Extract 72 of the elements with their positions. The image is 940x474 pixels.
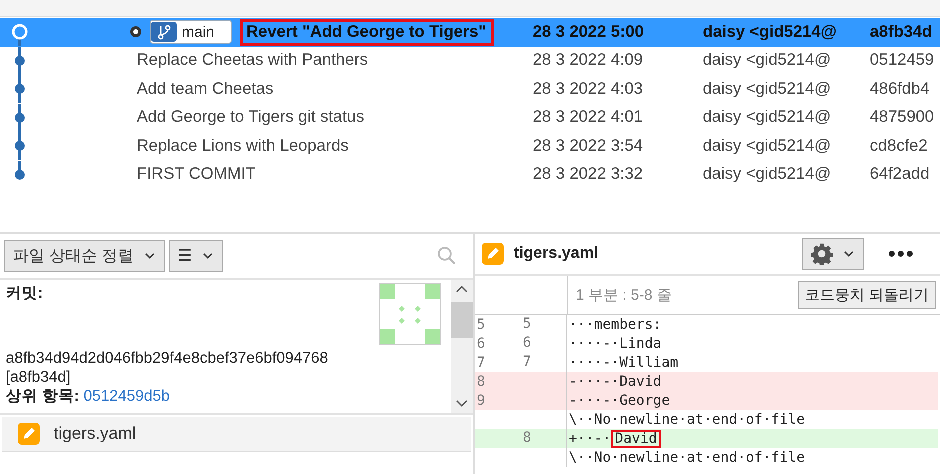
settings-dropdown[interactable] — [802, 238, 864, 270]
commit-hash: 64f2add — [869, 165, 930, 184]
commit-date: 28 3 2022 3:54 — [532, 136, 644, 156]
commit-date: 28 3 2022 3:32 — [532, 165, 644, 184]
code-text: +··-· — [568, 430, 612, 446]
highlighted-code: David — [611, 430, 662, 448]
commit-row[interactable]: Add George to Tigers git status 28 3 2022 4:01 daisy <gid5214@ 4875900 — [0, 104, 940, 132]
view-dropdown[interactable]: ☰ — [168, 240, 224, 272]
commit-hash: cd8cfe2 — [869, 136, 928, 156]
code-text: ····-·William — [568, 354, 679, 370]
code-text: \··No·newline·at·end·of·file — [568, 412, 806, 428]
line-number: 7 — [476, 354, 486, 370]
commit-date: 28 3 2022 4:03 — [532, 80, 644, 99]
scroll-thumb[interactable] — [451, 302, 473, 338]
parent-hash-link[interactable]: 0512459d5b — [84, 388, 170, 405]
commit-hash: a8fb34d — [869, 22, 932, 42]
line-number: 8 — [476, 374, 486, 390]
branch-label[interactable]: main — [150, 20, 232, 44]
commit-message: Add team Cheetas — [136, 78, 275, 100]
parent-label: 상위 항목: — [6, 388, 80, 405]
commit-author: daisy <gid5214@ — [703, 22, 838, 42]
code-text: ···members: — [568, 316, 662, 332]
hunk-title: 1 부분 : 5-8 줄 — [575, 286, 673, 304]
chevron-down-icon — [202, 252, 214, 260]
head-marker-icon — [130, 26, 142, 38]
commit-date: 28 3 2022 4:01 — [532, 108, 644, 128]
commit-message: Revert "Add George to Tigers" — [240, 18, 494, 46]
chevron-down-icon — [144, 252, 156, 260]
commit-author: daisy <gid5214@ — [703, 51, 832, 70]
chevron-down-icon — [843, 250, 855, 258]
commit-message: Add George to Tigers git status — [136, 107, 366, 128]
scroll-down-icon[interactable] — [455, 399, 469, 409]
line-number: 5 — [476, 316, 486, 332]
commit-hash: 486fdb4 — [869, 80, 930, 99]
revert-hunk-button[interactable]: 코드뭉치 되돌리기 — [798, 281, 936, 309]
branch-icon — [151, 22, 177, 42]
more-icon[interactable] — [888, 250, 914, 258]
commit-date: 28 3 2022 5:00 — [532, 22, 646, 42]
settings-icon — [811, 243, 833, 265]
commit-row[interactable]: FIRST COMMIT 28 3 2022 3:32 daisy <gid5214@ 64f2add — [0, 160, 940, 189]
commit-message: Replace Cheetas with Panthers — [136, 50, 370, 72]
commit-message: FIRST COMMIT — [136, 164, 257, 186]
file-row[interactable]: tigers.yaml — [2, 417, 471, 452]
commit-row[interactable]: Replace Lions with Leopards 28 3 2022 3:54 daisy <gid5214@ cd8cfe2 — [0, 132, 940, 160]
file-name: tigers.yaml — [54, 424, 136, 444]
commit-author: daisy <gid5214@ — [703, 165, 832, 184]
code-text: \··No·newline·at·end·of·file — [568, 450, 806, 466]
short-commit-hash: [a8fb34d] — [6, 368, 72, 387]
scrollbar[interactable] — [451, 280, 473, 413]
commit-row[interactable]: Replace Cheetas with Panthers 28 3 2022 4:09 daisy <gid5214@ 0512459 — [0, 46, 940, 75]
commit-hash: 0512459 — [869, 51, 934, 70]
diff-file-name: tigers.yaml — [514, 245, 598, 263]
commit-author: daisy <gid5214@ — [703, 80, 832, 99]
commit-date: 28 3 2022 4:09 — [532, 51, 644, 70]
commit-author: daisy <gid5214@ — [703, 108, 832, 128]
line-number: 6 — [476, 336, 486, 352]
commit-author: daisy <gid5214@ — [703, 136, 832, 156]
pencil-icon — [482, 243, 504, 265]
avatar-icon — [379, 283, 441, 345]
full-commit-hash: a8fb34d94d2d046fbb29f4e8cbef37e6bf094768 — [6, 349, 330, 368]
commit-row[interactable]: Add team Cheetas 28 3 2022 4:03 daisy <gid5214@ 486fdb4 — [0, 75, 940, 104]
commit-row[interactable]: main Revert "Add George to Tigers" 28 3 2022 5:00 daisy <gid5214@ a8fb34d — [0, 18, 940, 46]
commit-hash: 4875900 — [869, 108, 934, 128]
code-text: ····-·Linda — [568, 336, 662, 352]
code-text: -···-·David — [568, 374, 662, 390]
code-text: -···-·George — [568, 392, 670, 408]
line-number: 9 — [476, 392, 486, 408]
pencil-icon — [18, 423, 40, 445]
commit-label: 커밋: — [6, 284, 44, 304]
scroll-up-icon[interactable] — [455, 284, 469, 294]
sort-dropdown[interactable]: 파일 상태순 정렬 — [4, 240, 165, 272]
commit-message: Replace Lions with Leopards — [136, 136, 350, 157]
